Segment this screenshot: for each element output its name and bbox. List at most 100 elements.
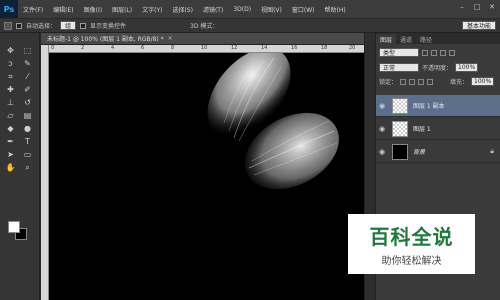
auto-select-dropdown[interactable]: 组 <box>60 21 77 30</box>
menu-3d[interactable]: 3D(D) <box>228 6 256 13</box>
layer-thumbnail <box>392 120 408 137</box>
lock-position-icon[interactable] <box>418 78 425 85</box>
auto-select-label: 自动选择： <box>26 23 57 30</box>
layer-row[interactable]: ◉ 图层 1 副本 <box>376 95 500 117</box>
close-document-icon[interactable]: × <box>168 35 173 42</box>
crop-tool-icon[interactable]: ⌗ <box>3 71 18 82</box>
menu-filter[interactable]: 滤镜(T) <box>198 5 228 14</box>
menu-bar: Ps 文件(F) 编辑(E) 图像(I) 图层(L) 文字(Y) 选择(S) 滤… <box>0 0 500 18</box>
lock-transparent-icon[interactable] <box>400 78 407 85</box>
foreground-color-swatch[interactable] <box>8 221 20 233</box>
lock-icon: 🔒︎ <box>490 147 494 155</box>
eye-icon[interactable]: ◉ <box>376 148 388 156</box>
eyedropper-tool-icon[interactable]: ⁄ <box>20 71 35 82</box>
eye-icon[interactable]: ◉ <box>376 125 388 133</box>
menu-window[interactable]: 窗口(W) <box>287 5 320 14</box>
healing-tool-icon[interactable]: ✚ <box>3 84 18 95</box>
clone-stamp-tool-icon[interactable]: ⊥ <box>3 97 18 108</box>
auto-select-checkbox[interactable] <box>16 22 22 29</box>
menu-edit[interactable]: 编辑(E) <box>48 5 78 14</box>
lock-label: 锁定： <box>379 79 398 86</box>
filter-shape-icon[interactable] <box>449 49 455 56</box>
tab-layers[interactable]: 图层 <box>376 34 397 44</box>
blend-row: 正常 不透明度： 100% <box>379 63 479 72</box>
tab-channels[interactable]: 通道 <box>396 34 416 44</box>
eraser-tool-icon[interactable]: ▱ <box>3 110 18 121</box>
layer-name: 背景 <box>413 149 426 156</box>
menu-layer[interactable]: 图层(L) <box>107 5 137 14</box>
document-canvas[interactable] <box>49 53 364 300</box>
path-select-tool-icon[interactable]: ➤ <box>3 149 18 160</box>
layer-name: 图层 1 副本 <box>413 103 445 110</box>
options-bar: 自动选择： 组 显示变换控件 3D 模式： 基本功能 <box>0 18 500 33</box>
menu-view[interactable]: 视图(V) <box>256 5 287 14</box>
filter-pixel-icon[interactable] <box>422 49 428 56</box>
layer-row[interactable]: ◉ 图层 1 <box>376 118 500 140</box>
brush-tool-icon[interactable]: ✐ <box>20 84 35 95</box>
layer-filter-dropdown[interactable]: 类型 <box>379 48 419 57</box>
move-tool-icon[interactable]: ✥ <box>3 45 18 56</box>
gradient-tool-icon[interactable]: ▤ <box>20 110 35 121</box>
ruler-tick: 8 <box>171 45 175 51</box>
menu-select[interactable]: 选择(S) <box>167 5 198 14</box>
ruler-tick: 4 <box>111 45 115 51</box>
ruler-tick: 10 <box>201 45 208 51</box>
petal-artwork <box>207 53 339 190</box>
ruler-tick: 18 <box>321 45 328 51</box>
fill-field[interactable]: 100% <box>471 77 495 86</box>
type-tool-icon[interactable]: T <box>20 136 35 147</box>
history-brush-tool-icon[interactable]: ↺ <box>20 97 35 108</box>
layer-name: 图层 1 <box>413 126 431 133</box>
filter-adjust-icon[interactable] <box>431 49 437 56</box>
dodge-tool-icon[interactable]: ● <box>20 123 35 134</box>
ruler-tick: 20 <box>349 45 356 51</box>
watermark-subtitle: 助你轻松解决 <box>381 256 442 267</box>
blend-mode-dropdown[interactable]: 正常 <box>379 63 419 72</box>
ruler-tick: 14 <box>261 45 268 51</box>
document-tab[interactable]: 未标题-1 @ 100% (图层 1 副本, RGB/8) * × <box>41 33 364 45</box>
lock-all-icon[interactable] <box>427 78 434 85</box>
window-controls: – □ ✕ <box>456 2 498 12</box>
horizontal-ruler: 0 2 4 6 8 10 12 14 16 18 20 <box>49 45 364 53</box>
watermark-title: 百科全说 <box>369 225 454 249</box>
mode-3d-label: 3D 模式： <box>190 23 219 30</box>
layer-thumbnail <box>392 97 408 114</box>
maximize-button[interactable]: □ <box>471 2 483 12</box>
opacity-field[interactable]: 100% <box>455 63 479 72</box>
hand-tool-icon[interactable]: ✋ <box>3 162 18 173</box>
minimize-button[interactable]: – <box>456 2 468 12</box>
fill-label: 填充： <box>450 79 469 86</box>
ruler-tick: 16 <box>291 45 298 51</box>
menu-help[interactable]: 帮助(H) <box>320 5 351 14</box>
vertical-ruler <box>41 45 49 300</box>
ruler-tick: 12 <box>231 45 238 51</box>
layer-thumbnail <box>392 143 408 160</box>
quick-select-tool-icon[interactable]: ✎ <box>20 58 35 69</box>
document-title: 未标题-1 @ 100% (图层 1 副本, RGB/8) * <box>47 36 164 43</box>
photoshop-logo: Ps <box>0 0 18 18</box>
menu-image[interactable]: 图像(I) <box>79 5 107 14</box>
lasso-tool-icon[interactable]: ↄ <box>3 58 18 69</box>
layer-row[interactable]: ◉ 背景 🔒︎ <box>376 141 500 163</box>
show-transform-checkbox[interactable] <box>80 22 87 29</box>
shape-tool-icon[interactable]: ▭ <box>20 149 35 160</box>
workspace-dropdown[interactable]: 基本功能 <box>461 21 496 30</box>
pen-tool-icon[interactable]: ✒ <box>3 136 18 147</box>
lock-row: 锁定： 填充： 100% <box>379 77 495 86</box>
menu-type[interactable]: 文字(Y) <box>137 5 167 14</box>
show-transform-label: 显示变换控件 <box>90 23 127 30</box>
move-tool-icon[interactable] <box>4 21 12 30</box>
zoom-tool-icon[interactable]: ⌕ <box>20 162 35 173</box>
menu-file[interactable]: 文件(F) <box>18 5 48 14</box>
ruler-tick: 2 <box>81 45 85 51</box>
lock-image-icon[interactable] <box>409 78 416 85</box>
toolbox: ✥ ⬚ ↄ ✎ ⌗ ⁄ ✚ ✐ ⊥ ↺ ▱ ▤ ◆ ● ✒ T ➤ ▭ ✋ ⌕ <box>0 33 40 300</box>
tab-paths[interactable]: 路径 <box>416 34 436 44</box>
blur-tool-icon[interactable]: ◆ <box>3 123 18 134</box>
filter-type-icon[interactable] <box>440 49 446 56</box>
eye-icon[interactable]: ◉ <box>376 102 388 110</box>
marquee-tool-icon[interactable]: ⬚ <box>20 45 35 56</box>
panel-tabs: 图层 通道 路径 <box>376 33 500 44</box>
ruler-tick: 6 <box>141 45 145 51</box>
close-button[interactable]: ✕ <box>486 2 498 12</box>
